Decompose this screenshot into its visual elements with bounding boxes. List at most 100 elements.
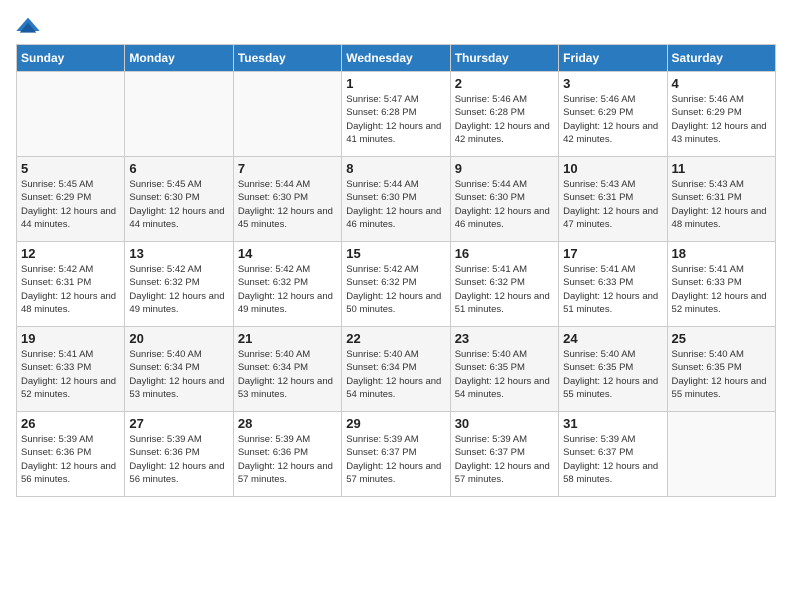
cell-details: Sunrise: 5:40 AMSunset: 6:34 PMDaylight:… — [129, 348, 228, 401]
day-number: 6 — [129, 161, 228, 176]
day-number: 30 — [455, 416, 554, 431]
day-number: 20 — [129, 331, 228, 346]
calendar-cell: 18 Sunrise: 5:41 AMSunset: 6:33 PMDayligh… — [667, 242, 775, 327]
calendar-cell: 5 Sunrise: 5:45 AMSunset: 6:29 PMDaylight… — [17, 157, 125, 242]
cell-details: Sunrise: 5:44 AMSunset: 6:30 PMDaylight:… — [346, 178, 445, 231]
day-number: 19 — [21, 331, 120, 346]
calendar-cell: 26 Sunrise: 5:39 AMSunset: 6:36 PMDayligh… — [17, 412, 125, 497]
cell-details: Sunrise: 5:43 AMSunset: 6:31 PMDaylight:… — [672, 178, 771, 231]
day-number: 24 — [563, 331, 662, 346]
day-number: 25 — [672, 331, 771, 346]
cell-details: Sunrise: 5:40 AMSunset: 6:34 PMDaylight:… — [346, 348, 445, 401]
cell-details: Sunrise: 5:42 AMSunset: 6:32 PMDaylight:… — [129, 263, 228, 316]
day-number: 12 — [21, 246, 120, 261]
day-number: 14 — [238, 246, 337, 261]
calendar-cell — [233, 72, 341, 157]
cell-details: Sunrise: 5:45 AMSunset: 6:30 PMDaylight:… — [129, 178, 228, 231]
calendar-cell: 30Sunrise: 5:39 AMSunset: 6:37 PMDayligh… — [450, 412, 558, 497]
cell-details: Sunrise: 5:40 AMSunset: 6:35 PMDaylight:… — [563, 348, 662, 401]
calendar-cell: 17Sunrise: 5:41 AMSunset: 6:33 PMDayligh… — [559, 242, 667, 327]
cell-details: Sunrise: 5:39 AMSunset: 6:36 PMDaylight:… — [129, 433, 228, 486]
cell-details: Sunrise: 5:39 AMSunset: 6:36 PMDaylight:… — [238, 433, 337, 486]
cell-details: Sunrise: 5:45 AMSunset: 6:29 PMDaylight:… — [21, 178, 120, 231]
calendar-cell: 9 Sunrise: 5:44 AMSunset: 6:30 PMDaylight… — [450, 157, 558, 242]
calendar-cell: 15 Sunrise: 5:42 AMSunset: 6:32 PMDayligh… — [342, 242, 450, 327]
header-sunday: Sunday — [17, 45, 125, 72]
cell-details: Sunrise: 5:40 AMSunset: 6:35 PMDaylight:… — [455, 348, 554, 401]
cell-details: Sunrise: 5:42 AMSunset: 6:31 PMDaylight:… — [21, 263, 120, 316]
day-number: 23 — [455, 331, 554, 346]
header-tuesday: Tuesday — [233, 45, 341, 72]
week-row-4: 19 Sunrise: 5:41 AMSunset: 6:33 PMDayligh… — [17, 327, 776, 412]
calendar-cell: 11 Sunrise: 5:43 AMSunset: 6:31 PMDayligh… — [667, 157, 775, 242]
calendar-cell: 4Sunrise: 5:46 AMSunset: 6:29 PMDaylight… — [667, 72, 775, 157]
calendar-cell: 13Sunrise: 5:42 AMSunset: 6:32 PMDayligh… — [125, 242, 233, 327]
cell-details: Sunrise: 5:40 AMSunset: 6:34 PMDaylight:… — [238, 348, 337, 401]
cell-details: Sunrise: 5:39 AMSunset: 6:36 PMDaylight:… — [21, 433, 120, 486]
cell-details: Sunrise: 5:42 AMSunset: 6:32 PMDaylight:… — [346, 263, 445, 316]
cell-details: Sunrise: 5:44 AMSunset: 6:30 PMDaylight:… — [455, 178, 554, 231]
week-row-2: 5 Sunrise: 5:45 AMSunset: 6:29 PMDaylight… — [17, 157, 776, 242]
calendar-cell: 12 Sunrise: 5:42 AMSunset: 6:31 PMDayligh… — [17, 242, 125, 327]
cell-details: Sunrise: 5:41 AMSunset: 6:33 PMDaylight:… — [672, 263, 771, 316]
header-saturday: Saturday — [667, 45, 775, 72]
week-row-5: 26 Sunrise: 5:39 AMSunset: 6:36 PMDayligh… — [17, 412, 776, 497]
cell-details: Sunrise: 5:46 AMSunset: 6:28 PMDaylight:… — [455, 93, 554, 146]
day-number: 1 — [346, 76, 445, 91]
calendar-cell: 20 Sunrise: 5:40 AMSunset: 6:34 PMDayligh… — [125, 327, 233, 412]
calendar-cell — [125, 72, 233, 157]
day-number: 29 — [346, 416, 445, 431]
day-number: 9 — [455, 161, 554, 176]
calendar-cell: 19 Sunrise: 5:41 AMSunset: 6:33 PMDayligh… — [17, 327, 125, 412]
day-number: 8 — [346, 161, 445, 176]
header-thursday: Thursday — [450, 45, 558, 72]
calendar-cell: 23 Sunrise: 5:40 AMSunset: 6:35 PMDayligh… — [450, 327, 558, 412]
day-number: 15 — [346, 246, 445, 261]
calendar-cell: 6 Sunrise: 5:45 AMSunset: 6:30 PMDaylight… — [125, 157, 233, 242]
header-row: SundayMondayTuesdayWednesdayThursdayFrid… — [17, 45, 776, 72]
day-number: 11 — [672, 161, 771, 176]
day-number: 31 — [563, 416, 662, 431]
calendar-cell: 7Sunrise: 5:44 AMSunset: 6:30 PMDaylight… — [233, 157, 341, 242]
week-row-1: 1 Sunrise: 5:47 AMSunset: 6:28 PMDaylight… — [17, 72, 776, 157]
day-number: 10 — [563, 161, 662, 176]
day-number: 22 — [346, 331, 445, 346]
cell-details: Sunrise: 5:40 AMSunset: 6:35 PMDaylight:… — [672, 348, 771, 401]
header-friday: Friday — [559, 45, 667, 72]
calendar-cell: 21 Sunrise: 5:40 AMSunset: 6:34 PMDayligh… — [233, 327, 341, 412]
calendar-cell: 3Sunrise: 5:46 AMSunset: 6:29 PMDaylight… — [559, 72, 667, 157]
day-number: 7 — [238, 161, 337, 176]
calendar-cell — [667, 412, 775, 497]
day-number: 2 — [455, 76, 554, 91]
logo-icon — [16, 16, 40, 36]
day-number: 21 — [238, 331, 337, 346]
day-number: 17 — [563, 246, 662, 261]
calendar-cell: 14Sunrise: 5:42 AMSunset: 6:32 PMDayligh… — [233, 242, 341, 327]
header — [16, 16, 776, 36]
calendar-cell: 10 Sunrise: 5:43 AMSunset: 6:31 PMDayligh… — [559, 157, 667, 242]
cell-details: Sunrise: 5:46 AMSunset: 6:29 PMDaylight:… — [672, 93, 771, 146]
calendar-cell: 27 Sunrise: 5:39 AMSunset: 6:36 PMDayligh… — [125, 412, 233, 497]
cell-details: Sunrise: 5:41 AMSunset: 6:33 PMDaylight:… — [21, 348, 120, 401]
calendar-cell: 24 Sunrise: 5:40 AMSunset: 6:35 PMDayligh… — [559, 327, 667, 412]
day-number: 27 — [129, 416, 228, 431]
day-number: 16 — [455, 246, 554, 261]
calendar-cell: 8 Sunrise: 5:44 AMSunset: 6:30 PMDaylight… — [342, 157, 450, 242]
logo — [16, 16, 44, 36]
header-monday: Monday — [125, 45, 233, 72]
calendar-cell: 28Sunrise: 5:39 AMSunset: 6:36 PMDayligh… — [233, 412, 341, 497]
calendar-cell: 1 Sunrise: 5:47 AMSunset: 6:28 PMDaylight… — [342, 72, 450, 157]
day-number: 5 — [21, 161, 120, 176]
calendar-cell: 29 Sunrise: 5:39 AMSunset: 6:37 PMDayligh… — [342, 412, 450, 497]
cell-details: Sunrise: 5:43 AMSunset: 6:31 PMDaylight:… — [563, 178, 662, 231]
calendar-cell: 25 Sunrise: 5:40 AMSunset: 6:35 PMDayligh… — [667, 327, 775, 412]
cell-details: Sunrise: 5:39 AMSunset: 6:37 PMDaylight:… — [346, 433, 445, 486]
cell-details: Sunrise: 5:39 AMSunset: 6:37 PMDaylight:… — [563, 433, 662, 486]
week-row-3: 12 Sunrise: 5:42 AMSunset: 6:31 PMDayligh… — [17, 242, 776, 327]
day-number: 26 — [21, 416, 120, 431]
day-number: 18 — [672, 246, 771, 261]
cell-details: Sunrise: 5:47 AMSunset: 6:28 PMDaylight:… — [346, 93, 445, 146]
cell-details: Sunrise: 5:41 AMSunset: 6:32 PMDaylight:… — [455, 263, 554, 316]
calendar-cell: 31 Sunrise: 5:39 AMSunset: 6:37 PMDayligh… — [559, 412, 667, 497]
calendar-cell: 2 Sunrise: 5:46 AMSunset: 6:28 PMDaylight… — [450, 72, 558, 157]
